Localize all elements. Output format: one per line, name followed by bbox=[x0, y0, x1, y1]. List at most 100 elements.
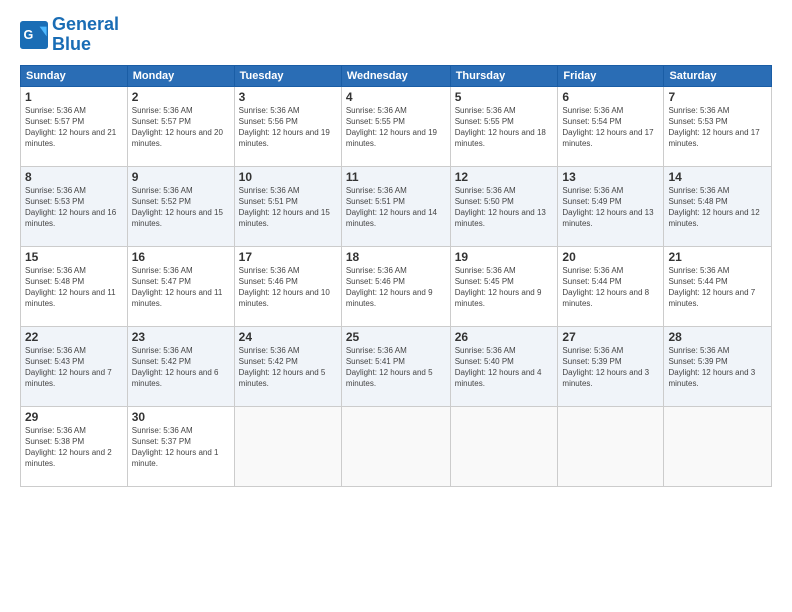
day-cell-1: 1Sunrise: 5:36 AMSunset: 5:57 PMDaylight… bbox=[21, 86, 128, 166]
day-number: 20 bbox=[562, 250, 659, 264]
day-info: Sunrise: 5:36 AMSunset: 5:53 PMDaylight:… bbox=[25, 185, 123, 230]
day-info: Sunrise: 5:36 AMSunset: 5:55 PMDaylight:… bbox=[346, 105, 446, 150]
day-number: 25 bbox=[346, 330, 446, 344]
day-cell-26: 26Sunrise: 5:36 AMSunset: 5:40 PMDayligh… bbox=[450, 326, 558, 406]
day-number: 10 bbox=[239, 170, 337, 184]
page: G General Blue SundayMondayTuesdayWednes… bbox=[0, 0, 792, 612]
empty-cell bbox=[664, 406, 772, 486]
day-cell-13: 13Sunrise: 5:36 AMSunset: 5:49 PMDayligh… bbox=[558, 166, 664, 246]
day-number: 9 bbox=[132, 170, 230, 184]
day-info: Sunrise: 5:36 AMSunset: 5:40 PMDaylight:… bbox=[455, 345, 554, 390]
day-info: Sunrise: 5:36 AMSunset: 5:51 PMDaylight:… bbox=[346, 185, 446, 230]
day-info: Sunrise: 5:36 AMSunset: 5:44 PMDaylight:… bbox=[668, 265, 767, 310]
day-cell-7: 7Sunrise: 5:36 AMSunset: 5:53 PMDaylight… bbox=[664, 86, 772, 166]
day-cell-11: 11Sunrise: 5:36 AMSunset: 5:51 PMDayligh… bbox=[341, 166, 450, 246]
day-number: 16 bbox=[132, 250, 230, 264]
day-number: 30 bbox=[132, 410, 230, 424]
day-cell-24: 24Sunrise: 5:36 AMSunset: 5:42 PMDayligh… bbox=[234, 326, 341, 406]
day-number: 1 bbox=[25, 90, 123, 104]
day-info: Sunrise: 5:36 AMSunset: 5:57 PMDaylight:… bbox=[132, 105, 230, 150]
day-info: Sunrise: 5:36 AMSunset: 5:45 PMDaylight:… bbox=[455, 265, 554, 310]
day-number: 11 bbox=[346, 170, 446, 184]
day-cell-10: 10Sunrise: 5:36 AMSunset: 5:51 PMDayligh… bbox=[234, 166, 341, 246]
day-cell-25: 25Sunrise: 5:36 AMSunset: 5:41 PMDayligh… bbox=[341, 326, 450, 406]
day-cell-27: 27Sunrise: 5:36 AMSunset: 5:39 PMDayligh… bbox=[558, 326, 664, 406]
weekday-header-row: SundayMondayTuesdayWednesdayThursdayFrid… bbox=[21, 65, 772, 86]
weekday-header-tuesday: Tuesday bbox=[234, 65, 341, 86]
day-number: 14 bbox=[668, 170, 767, 184]
day-cell-22: 22Sunrise: 5:36 AMSunset: 5:43 PMDayligh… bbox=[21, 326, 128, 406]
day-cell-19: 19Sunrise: 5:36 AMSunset: 5:45 PMDayligh… bbox=[450, 246, 558, 326]
day-info: Sunrise: 5:36 AMSunset: 5:37 PMDaylight:… bbox=[132, 425, 230, 470]
day-info: Sunrise: 5:36 AMSunset: 5:39 PMDaylight:… bbox=[562, 345, 659, 390]
day-number: 27 bbox=[562, 330, 659, 344]
day-number: 21 bbox=[668, 250, 767, 264]
svg-text:G: G bbox=[24, 28, 34, 42]
day-info: Sunrise: 5:36 AMSunset: 5:46 PMDaylight:… bbox=[346, 265, 446, 310]
day-info: Sunrise: 5:36 AMSunset: 5:50 PMDaylight:… bbox=[455, 185, 554, 230]
day-cell-8: 8Sunrise: 5:36 AMSunset: 5:53 PMDaylight… bbox=[21, 166, 128, 246]
day-info: Sunrise: 5:36 AMSunset: 5:54 PMDaylight:… bbox=[562, 105, 659, 150]
day-info: Sunrise: 5:36 AMSunset: 5:57 PMDaylight:… bbox=[25, 105, 123, 150]
week-row-4: 22Sunrise: 5:36 AMSunset: 5:43 PMDayligh… bbox=[21, 326, 772, 406]
day-number: 23 bbox=[132, 330, 230, 344]
day-info: Sunrise: 5:36 AMSunset: 5:48 PMDaylight:… bbox=[668, 185, 767, 230]
day-cell-3: 3Sunrise: 5:36 AMSunset: 5:56 PMDaylight… bbox=[234, 86, 341, 166]
weekday-header-sunday: Sunday bbox=[21, 65, 128, 86]
empty-cell bbox=[558, 406, 664, 486]
day-cell-6: 6Sunrise: 5:36 AMSunset: 5:54 PMDaylight… bbox=[558, 86, 664, 166]
day-cell-2: 2Sunrise: 5:36 AMSunset: 5:57 PMDaylight… bbox=[127, 86, 234, 166]
day-cell-28: 28Sunrise: 5:36 AMSunset: 5:39 PMDayligh… bbox=[664, 326, 772, 406]
day-number: 13 bbox=[562, 170, 659, 184]
day-info: Sunrise: 5:36 AMSunset: 5:39 PMDaylight:… bbox=[668, 345, 767, 390]
logo-icon: G bbox=[20, 21, 48, 49]
day-cell-21: 21Sunrise: 5:36 AMSunset: 5:44 PMDayligh… bbox=[664, 246, 772, 326]
empty-cell bbox=[341, 406, 450, 486]
day-info: Sunrise: 5:36 AMSunset: 5:38 PMDaylight:… bbox=[25, 425, 123, 470]
empty-cell bbox=[450, 406, 558, 486]
day-info: Sunrise: 5:36 AMSunset: 5:56 PMDaylight:… bbox=[239, 105, 337, 150]
empty-cell bbox=[234, 406, 341, 486]
day-info: Sunrise: 5:36 AMSunset: 5:44 PMDaylight:… bbox=[562, 265, 659, 310]
day-cell-4: 4Sunrise: 5:36 AMSunset: 5:55 PMDaylight… bbox=[341, 86, 450, 166]
logo-text: General Blue bbox=[52, 15, 119, 55]
logo: G General Blue bbox=[20, 15, 119, 55]
calendar-table: SundayMondayTuesdayWednesdayThursdayFrid… bbox=[20, 65, 772, 487]
week-row-2: 8Sunrise: 5:36 AMSunset: 5:53 PMDaylight… bbox=[21, 166, 772, 246]
day-number: 2 bbox=[132, 90, 230, 104]
day-cell-12: 12Sunrise: 5:36 AMSunset: 5:50 PMDayligh… bbox=[450, 166, 558, 246]
day-info: Sunrise: 5:36 AMSunset: 5:43 PMDaylight:… bbox=[25, 345, 123, 390]
day-number: 12 bbox=[455, 170, 554, 184]
day-number: 8 bbox=[25, 170, 123, 184]
day-cell-30: 30Sunrise: 5:36 AMSunset: 5:37 PMDayligh… bbox=[127, 406, 234, 486]
day-cell-17: 17Sunrise: 5:36 AMSunset: 5:46 PMDayligh… bbox=[234, 246, 341, 326]
day-number: 3 bbox=[239, 90, 337, 104]
day-info: Sunrise: 5:36 AMSunset: 5:51 PMDaylight:… bbox=[239, 185, 337, 230]
day-cell-23: 23Sunrise: 5:36 AMSunset: 5:42 PMDayligh… bbox=[127, 326, 234, 406]
day-number: 17 bbox=[239, 250, 337, 264]
day-number: 29 bbox=[25, 410, 123, 424]
day-info: Sunrise: 5:36 AMSunset: 5:42 PMDaylight:… bbox=[239, 345, 337, 390]
header: G General Blue bbox=[20, 15, 772, 55]
day-cell-9: 9Sunrise: 5:36 AMSunset: 5:52 PMDaylight… bbox=[127, 166, 234, 246]
day-number: 19 bbox=[455, 250, 554, 264]
day-cell-16: 16Sunrise: 5:36 AMSunset: 5:47 PMDayligh… bbox=[127, 246, 234, 326]
day-cell-29: 29Sunrise: 5:36 AMSunset: 5:38 PMDayligh… bbox=[21, 406, 128, 486]
weekday-header-monday: Monday bbox=[127, 65, 234, 86]
weekday-header-wednesday: Wednesday bbox=[341, 65, 450, 86]
day-cell-5: 5Sunrise: 5:36 AMSunset: 5:55 PMDaylight… bbox=[450, 86, 558, 166]
day-info: Sunrise: 5:36 AMSunset: 5:47 PMDaylight:… bbox=[132, 265, 230, 310]
day-cell-14: 14Sunrise: 5:36 AMSunset: 5:48 PMDayligh… bbox=[664, 166, 772, 246]
weekday-header-saturday: Saturday bbox=[664, 65, 772, 86]
day-info: Sunrise: 5:36 AMSunset: 5:49 PMDaylight:… bbox=[562, 185, 659, 230]
day-number: 4 bbox=[346, 90, 446, 104]
day-number: 5 bbox=[455, 90, 554, 104]
week-row-1: 1Sunrise: 5:36 AMSunset: 5:57 PMDaylight… bbox=[21, 86, 772, 166]
day-number: 7 bbox=[668, 90, 767, 104]
day-cell-18: 18Sunrise: 5:36 AMSunset: 5:46 PMDayligh… bbox=[341, 246, 450, 326]
day-info: Sunrise: 5:36 AMSunset: 5:42 PMDaylight:… bbox=[132, 345, 230, 390]
day-number: 22 bbox=[25, 330, 123, 344]
day-info: Sunrise: 5:36 AMSunset: 5:55 PMDaylight:… bbox=[455, 105, 554, 150]
day-info: Sunrise: 5:36 AMSunset: 5:46 PMDaylight:… bbox=[239, 265, 337, 310]
weekday-header-friday: Friday bbox=[558, 65, 664, 86]
